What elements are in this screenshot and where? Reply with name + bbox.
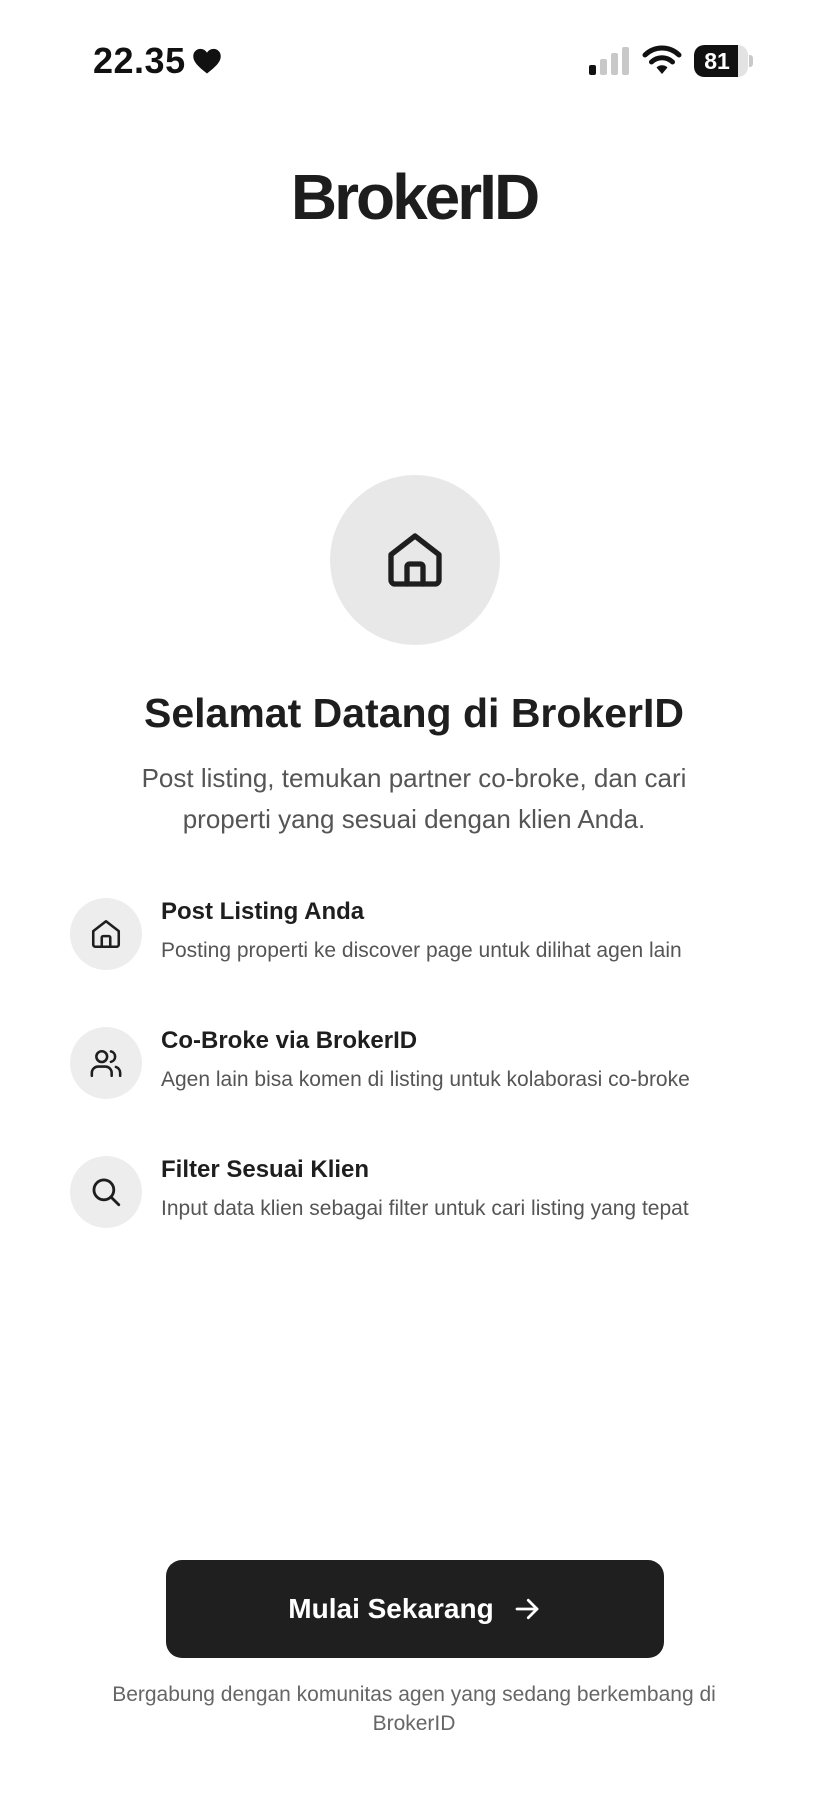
battery-level: 81 — [704, 48, 730, 74]
start-now-label: Mulai Sekarang — [288, 1593, 494, 1624]
battery-tip — [749, 55, 753, 67]
feature-icon-circle — [70, 1156, 142, 1228]
battery-indicator: 81 — [694, 45, 754, 77]
app-logo: BrokerID — [290, 161, 540, 233]
users-icon — [90, 1049, 122, 1078]
home-icon — [91, 919, 121, 949]
feature-description: Posting properti ke discover page untuk … — [161, 939, 682, 962]
feature-title: Co-Broke via BrokerID — [161, 1027, 418, 1054]
feature-title: Filter Sesuai Klien — [161, 1156, 370, 1183]
feature-co-broke: Co-Broke via BrokerID Agen lain bisa kom… — [70, 1027, 760, 1137]
battery-body: 81 — [694, 45, 748, 77]
arrow-right-icon — [515, 1598, 539, 1620]
feature-description: Input data klien sebagai filter untuk ca… — [161, 1197, 689, 1220]
feature-icon-circle — [70, 1027, 142, 1099]
start-now-button[interactable]: Mulai Sekarang — [166, 1560, 664, 1658]
footer-note: Bergabung dengan komunitas agen yang sed… — [112, 1683, 716, 1735]
feature-description: Agen lain bisa komen di listing untuk ko… — [161, 1068, 690, 1091]
feature-title: Post Listing Anda — [161, 898, 365, 925]
status-time: 22.35 — [93, 40, 186, 81]
welcome-subtitle: Post listing, temukan partner co-broke, … — [141, 763, 687, 834]
welcome-title: Selamat Datang di BrokerID — [144, 690, 684, 736]
wifi-icon — [642, 45, 682, 74]
feature-icon-circle — [70, 898, 142, 970]
status-bar: 22.35 81 — [0, 0, 828, 120]
feature-post-listing: Post Listing Anda Posting properti ke di… — [70, 898, 760, 1008]
search-icon — [92, 1178, 121, 1207]
cellular-signal-icon — [589, 47, 629, 75]
feature-filter-client: Filter Sesuai Klien Input data klien seb… — [70, 1156, 760, 1266]
heart-icon — [193, 48, 221, 74]
hero-icon-circle — [330, 475, 500, 645]
home-icon — [388, 533, 442, 587]
